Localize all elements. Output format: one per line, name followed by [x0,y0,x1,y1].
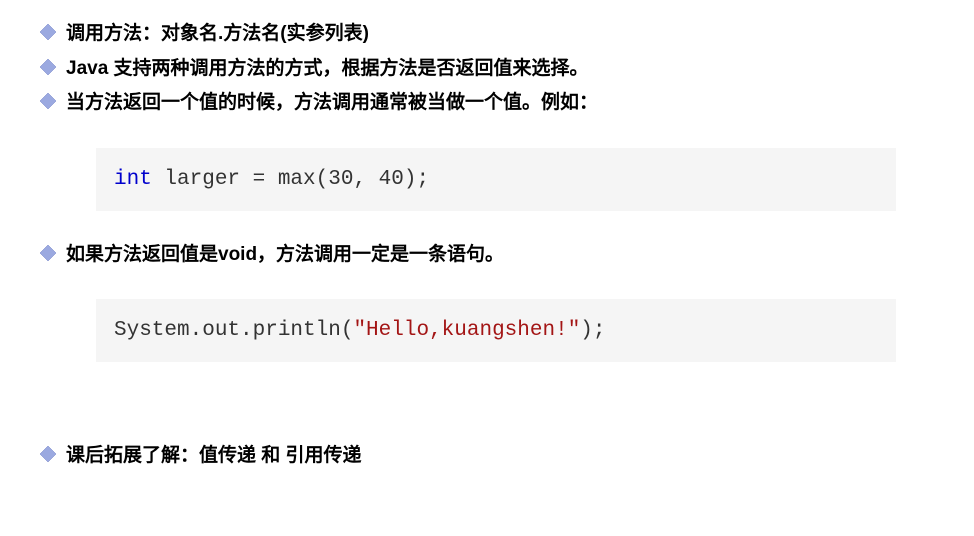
code-text: ); [580,319,605,342]
bullet-item-3: 当方法返回一个值的时候，方法调用通常被当做一个值。例如： [40,89,934,118]
bullet-item-1: 调用方法：对象名.方法名(实参列表) [40,20,934,49]
bullet-text: 当方法返回一个值的时候，方法调用通常被当做一个值。例如： [66,89,598,118]
code-block-2: System.out.println("Hello,kuangshen!"); [96,299,896,362]
bullet-item-5: 课后拓展了解：值传递 和 引用传递 [40,442,934,471]
diamond-icon [40,446,56,467]
bullet-text: Java 支持两种调用方法的方式，根据方法是否返回值来选择。 [66,55,589,84]
diamond-icon [40,24,56,45]
code-string: "Hello,kuangshen!" [353,319,580,342]
diamond-icon [40,93,56,114]
diamond-icon [40,245,56,266]
code-block-1: int larger = max(30, 40); [96,148,896,211]
bullet-text: 如果方法返回值是void，方法调用一定是一条语句。 [66,241,504,270]
code-text: larger = max(30, 40); [152,168,429,191]
code-text: System.out.println( [114,319,353,342]
bullet-item-4: 如果方法返回值是void，方法调用一定是一条语句。 [40,241,934,270]
code-keyword: int [114,168,152,191]
bullet-text: 课后拓展了解：值传递 和 引用传递 [66,442,362,471]
bullet-text: 调用方法：对象名.方法名(实参列表) [66,20,369,49]
bullet-item-2: Java 支持两种调用方法的方式，根据方法是否返回值来选择。 [40,55,934,84]
spacer [40,392,934,442]
diamond-icon [40,59,56,80]
